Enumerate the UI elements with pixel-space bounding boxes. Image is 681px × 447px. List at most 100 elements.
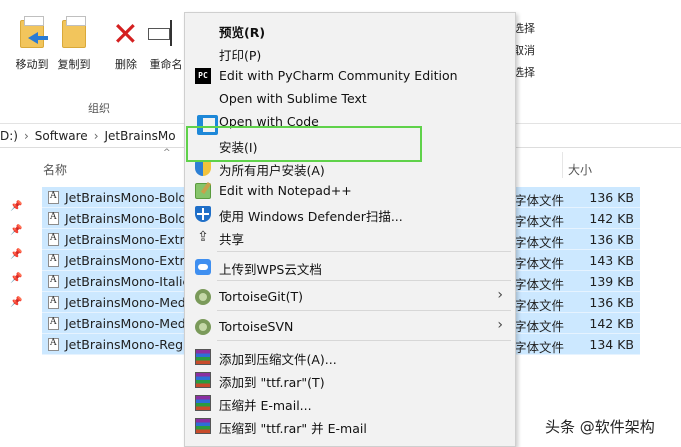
file-type: 字体文件 [514, 214, 565, 229]
watermark: 头条 @软件架构 [545, 418, 655, 436]
pycharm-icon: PC [195, 68, 211, 84]
file-type: 字体文件 [514, 256, 565, 271]
file-name: JetBrainsMono-Bold [65, 211, 187, 226]
menu-item-defender-scan[interactable]: 使用 Windows Defender扫描... [185, 203, 515, 225]
menu-separator [217, 251, 511, 252]
menu-item-label: 使用 Windows Defender扫描... [219, 209, 403, 224]
menu-item-open-sublime[interactable]: Open with Sublime Text [185, 88, 515, 110]
column-divider[interactable] [562, 152, 563, 178]
menu-item-compress-ttf-email[interactable]: 压缩到 "ttf.rar" 并 E-mail [185, 415, 515, 437]
menu-item-tortoisegit[interactable]: TortoiseGit(T) › [185, 286, 515, 308]
file-type: 字体文件 [514, 193, 565, 208]
submenu-arrow-icon: › [497, 317, 503, 333]
file-name: JetBrainsMono-Extra [65, 253, 193, 268]
pin-icon: 📌 [10, 249, 23, 260]
menu-item-label: 添加到压缩文件(A)... [219, 352, 337, 367]
pin-icon: 📌 [10, 297, 23, 308]
copy-to-icon [56, 14, 92, 54]
wps-cloud-icon [195, 259, 211, 275]
file-size: 142 KB [589, 316, 634, 331]
copy-to-button[interactable]: 复制到 [56, 14, 92, 72]
install-highlight-annotation [186, 126, 422, 162]
breadcrumb-drive[interactable]: D:) [0, 129, 18, 143]
file-type: 字体文件 [514, 340, 565, 355]
file-size: 134 KB [589, 337, 634, 352]
rename-label: 重命名 [149, 58, 183, 71]
menu-item-preview[interactable]: 预览(R) [185, 19, 515, 41]
file-name: JetBrainsMono-Med [65, 316, 186, 331]
menu-item-label: Open with Sublime Text [219, 91, 367, 106]
file-type: 字体文件 [514, 277, 565, 292]
menu-item-add-to-archive[interactable]: 添加到压缩文件(A)... [185, 346, 515, 368]
menu-item-label: 上传到WPS云文档 [219, 262, 322, 277]
menu-item-compress-email[interactable]: 压缩并 E-mail... [185, 392, 515, 414]
file-size: 136 KB [589, 232, 634, 247]
column-header-name[interactable]: 名称 [43, 161, 67, 178]
breadcrumb-jetbrainsmono[interactable]: JetBrainsMo [105, 129, 176, 143]
menu-item-label: 压缩并 E-mail... [219, 398, 312, 413]
file-type: 字体文件 [514, 298, 565, 313]
sort-ascending-icon: ^ [163, 148, 171, 158]
file-size: 136 KB [589, 295, 634, 310]
file-name: JetBrainsMono-Bold [65, 190, 187, 205]
rename-icon [148, 14, 184, 54]
pin-icon: 📌 [10, 273, 23, 284]
menu-item-label: 添加到 "ttf.rar"(T) [219, 375, 325, 390]
breadcrumb-separator: › [93, 128, 99, 143]
file-type: 字体文件 [514, 235, 565, 250]
font-file-icon [48, 254, 59, 267]
rename-button[interactable]: 重命名 [148, 14, 184, 72]
uac-shield-icon [195, 160, 211, 176]
menu-item-label: 共享 [219, 232, 245, 247]
breadcrumb-software[interactable]: Software [35, 129, 88, 143]
move-to-icon [14, 14, 50, 54]
file-type: 字体文件 [514, 319, 565, 334]
menu-item-label: 打印(P) [219, 48, 262, 63]
delete-icon: ✕ [112, 15, 139, 53]
share-icon: ⇪ [197, 229, 209, 245]
pin-icon: 📌 [10, 225, 23, 236]
file-name: JetBrainsMono-Italic [65, 274, 190, 289]
move-to-button[interactable]: 移动到 [14, 14, 50, 72]
menu-item-tortoisesvn[interactable]: TortoiseSVN › [185, 316, 515, 338]
file-size: 143 KB [589, 253, 634, 268]
column-header-size[interactable]: 大小 [568, 161, 592, 178]
delete-button[interactable]: ✕ 删除 [108, 14, 144, 72]
menu-item-label: 为所有用户安装(A) [219, 163, 325, 178]
font-file-icon [48, 275, 59, 288]
menu-separator [217, 310, 511, 311]
menu-item-share[interactable]: ⇪ 共享 [185, 226, 515, 248]
menu-item-label: TortoiseSVN [219, 319, 294, 334]
menu-item-edit-notepadpp[interactable]: Edit with Notepad++ [185, 180, 515, 202]
pin-icon: 📌 [10, 201, 23, 212]
menu-item-add-to-ttf-rar[interactable]: 添加到 "ttf.rar"(T) [185, 369, 515, 391]
select-none-button[interactable]: 取消 [513, 42, 535, 58]
delete-label: 删除 [115, 58, 137, 71]
invert-selection-button[interactable]: 选择 [513, 64, 535, 80]
menu-item-label: Edit with PyCharm Community Edition [219, 68, 458, 83]
file-size: 142 KB [589, 211, 634, 226]
file-size: 139 KB [589, 274, 634, 289]
menu-item-upload-wps[interactable]: 上传到WPS云文档 [185, 256, 515, 278]
font-file-icon [48, 296, 59, 309]
breadcrumb-separator: › [23, 128, 29, 143]
move-to-label: 移动到 [15, 58, 49, 71]
menu-item-label: Edit with Notepad++ [219, 183, 352, 198]
explorer-window: 移动到 复制到 ✕ 删除 重命名 组织 选择 取消 选择 D:) › Softw… [0, 0, 681, 447]
notepadpp-icon [195, 183, 211, 199]
menu-separator [217, 340, 511, 341]
tortoisesvn-icon [195, 319, 211, 335]
file-size: 136 KB [589, 190, 634, 205]
menu-item-label: TortoiseGit(T) [219, 289, 303, 304]
font-file-icon [48, 212, 59, 225]
context-menu: 预览(R) 打印(P) PC Edit with PyCharm Communit… [184, 12, 516, 447]
font-file-icon [48, 338, 59, 351]
winrar-icon [195, 372, 211, 388]
menu-item-print[interactable]: 打印(P) [185, 42, 515, 64]
tortoisegit-icon [195, 289, 211, 305]
winrar-icon [195, 395, 211, 411]
defender-icon [195, 206, 211, 222]
menu-item-edit-pycharm[interactable]: PC Edit with PyCharm Community Edition [185, 65, 515, 87]
winrar-icon [195, 418, 211, 434]
select-all-button[interactable]: 选择 [513, 20, 535, 36]
